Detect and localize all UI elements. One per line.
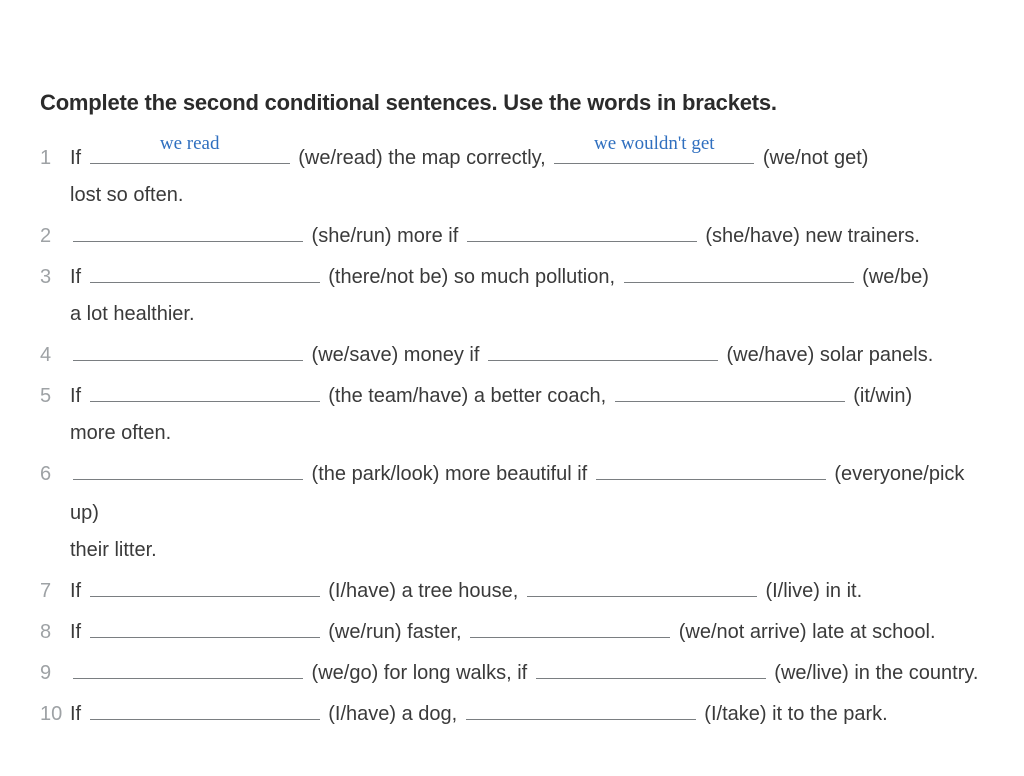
item-continuation: lost so often. [40, 176, 984, 215]
item-number: 3 [40, 258, 70, 297]
item-number: 4 [40, 336, 70, 375]
item-body: (she/run) more if (she/have) new trainer… [70, 217, 984, 256]
item-number: 1 [40, 139, 70, 178]
fill-blank[interactable] [466, 698, 696, 720]
sentence-text: (we/run) faster, [323, 621, 468, 643]
fill-blank[interactable] [624, 261, 854, 283]
sentence-text: If [70, 385, 87, 407]
exercise-list: 1If we read (we/read) the map correctly,… [40, 139, 984, 734]
sentence-text: If [70, 621, 87, 643]
exercise-item: 3If (there/not be) so much pollution, (w… [40, 258, 984, 297]
fill-blank[interactable] [90, 616, 320, 638]
fill-blank[interactable] [90, 698, 320, 720]
sentence-text: (we/go) for long walks, if [306, 662, 533, 684]
item-continuation: a lot healthier. [40, 295, 984, 334]
sentence-text: (we/read) the map correctly, [293, 147, 552, 169]
fill-blank[interactable]: we read [90, 142, 290, 164]
sentence-text: (we/not arrive) late at school. [673, 621, 935, 643]
item-body: (we/save) money if (we/have) solar panel… [70, 336, 984, 375]
fill-blank[interactable] [488, 339, 718, 361]
fill-blank[interactable] [527, 575, 757, 597]
sentence-text: (there/not be) so much pollution, [323, 266, 621, 288]
fill-blank[interactable] [73, 220, 303, 242]
fill-blank[interactable] [536, 657, 766, 679]
sentence-text: If [70, 266, 87, 288]
item-body: If (the team/have) a better coach, (it/w… [70, 377, 984, 416]
sentence-text: (she/run) more if [306, 225, 464, 247]
exercise-item: 5If (the team/have) a better coach, (it/… [40, 377, 984, 416]
sentence-text: (I/have) a tree house, [323, 580, 524, 602]
item-number: 6 [40, 455, 70, 494]
item-continuation: more often. [40, 414, 984, 453]
item-body: (we/go) for long walks, if (we/live) in … [70, 654, 984, 693]
item-number: 10 [40, 695, 70, 734]
item-body: If (there/not be) so much pollution, (we… [70, 258, 984, 297]
sentence-text: (I/take) it to the park. [699, 703, 888, 725]
item-number: 8 [40, 613, 70, 652]
worksheet-page: Complete the second conditional sentence… [0, 0, 1024, 776]
fill-blank[interactable] [73, 458, 303, 480]
item-number: 2 [40, 217, 70, 256]
item-number: 9 [40, 654, 70, 693]
student-answer: we read [90, 125, 290, 162]
fill-blank[interactable]: we wouldn't get [554, 142, 754, 164]
exercise-item: 4 (we/save) money if (we/have) solar pan… [40, 336, 984, 375]
item-body: If (we/run) faster, (we/not arrive) late… [70, 613, 984, 652]
fill-blank[interactable] [73, 657, 303, 679]
item-number: 7 [40, 572, 70, 611]
exercise-item: 1If we read (we/read) the map correctly,… [40, 139, 984, 178]
sentence-text: (the park/look) more beautiful if [306, 463, 593, 485]
item-number: 5 [40, 377, 70, 416]
exercise-item: 6 (the park/look) more beautiful if (eve… [40, 455, 984, 533]
exercise-item: 8If (we/run) faster, (we/not arrive) lat… [40, 613, 984, 652]
fill-blank[interactable] [90, 261, 320, 283]
sentence-text: (the team/have) a better coach, [323, 385, 612, 407]
exercise-item: 2 (she/run) more if (she/have) new train… [40, 217, 984, 256]
item-body: If (I/have) a dog, (I/take) it to the pa… [70, 695, 984, 734]
exercise-item: 9 (we/go) for long walks, if (we/live) i… [40, 654, 984, 693]
sentence-text: If [70, 703, 87, 725]
student-answer: we wouldn't get [554, 125, 754, 162]
exercise-item: 7If (I/have) a tree house, (I/live) in i… [40, 572, 984, 611]
fill-blank[interactable] [73, 339, 303, 361]
sentence-text: If [70, 147, 87, 169]
exercise-title: Complete the second conditional sentence… [40, 82, 984, 125]
item-continuation: their litter. [40, 531, 984, 570]
fill-blank[interactable] [470, 616, 670, 638]
item-body: (the park/look) more beautiful if (every… [70, 455, 984, 533]
fill-blank[interactable] [467, 220, 697, 242]
sentence-text: (it/win) [848, 385, 912, 407]
fill-blank[interactable] [90, 380, 320, 402]
sentence-text: (we/have) solar panels. [721, 344, 933, 366]
sentence-text: (we/live) in the country. [769, 662, 979, 684]
sentence-text: (we/not get) [757, 147, 868, 169]
sentence-text: (we/save) money if [306, 344, 485, 366]
fill-blank[interactable] [596, 458, 826, 480]
item-body: If (I/have) a tree house, (I/live) in it… [70, 572, 984, 611]
sentence-text: (I/live) in it. [760, 580, 862, 602]
sentence-text: (I/have) a dog, [323, 703, 463, 725]
fill-blank[interactable] [90, 575, 320, 597]
fill-blank[interactable] [615, 380, 845, 402]
exercise-item: 10If (I/have) a dog, (I/take) it to the … [40, 695, 984, 734]
item-body: If we read (we/read) the map correctly, … [70, 139, 984, 178]
sentence-text: If [70, 580, 87, 602]
sentence-text: (she/have) new trainers. [700, 225, 920, 247]
sentence-text: (we/be) [857, 266, 929, 288]
